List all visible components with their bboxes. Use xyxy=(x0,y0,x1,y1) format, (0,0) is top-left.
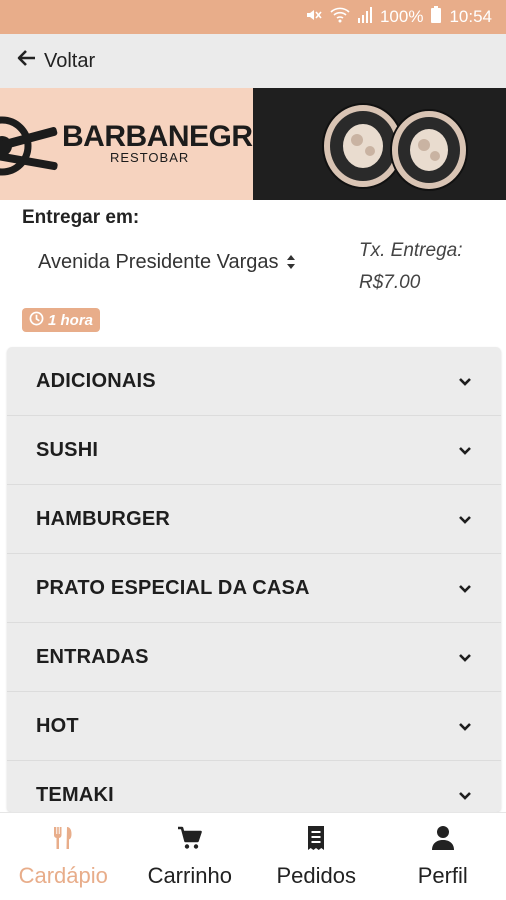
category-item[interactable]: PRATO ESPECIAL DA CASA xyxy=(7,554,501,623)
category-label: HAMBURGER xyxy=(36,507,171,530)
clock-icon xyxy=(29,311,44,330)
nav-label: Carrinho xyxy=(147,863,232,888)
nav-label: Perfil xyxy=(417,863,468,888)
back-button[interactable]: Voltar xyxy=(16,47,95,75)
delivery-fee-value: R$7.00 xyxy=(359,272,421,293)
chevron-down-icon xyxy=(459,792,471,800)
delivery-fee-label: Tx. Entrega: xyxy=(359,240,463,261)
category-label: PRATO ESPECIAL DA CASA xyxy=(36,576,310,599)
user-icon xyxy=(431,826,454,850)
delivery-time: 1 hora xyxy=(48,311,94,329)
nav-carrinho[interactable]: Carrinho xyxy=(127,813,254,900)
back-label: Voltar xyxy=(44,49,96,72)
category-item[interactable]: HAMBURGER xyxy=(7,485,501,554)
chevron-down-icon xyxy=(459,447,471,455)
signal-icon xyxy=(357,6,372,28)
status-bar: 100% 10:54 xyxy=(0,0,506,34)
category-label: HOT xyxy=(36,714,79,737)
wifi-icon xyxy=(330,6,350,29)
brand-name: BARBANEGRA xyxy=(62,120,253,153)
battery-percent: 100% xyxy=(379,7,424,26)
category-label: SUSHI xyxy=(36,438,99,461)
nav-label: Pedidos xyxy=(276,863,356,888)
utensils-icon xyxy=(54,827,72,849)
nav-perfil[interactable]: Perfil xyxy=(380,813,506,900)
brand-subtitle: RESTOBAR xyxy=(110,150,190,165)
bottom-nav: Cardápio Carrinho Pedidos Perfil xyxy=(0,812,506,900)
sushi-illustration xyxy=(322,103,468,191)
chevron-down-icon xyxy=(459,585,471,593)
category-item[interactable]: ADICIONAIS xyxy=(7,347,501,416)
deliver-to-title: Entregar em: xyxy=(22,207,140,228)
category-item[interactable]: HOT xyxy=(7,692,501,761)
chevron-down-icon xyxy=(459,516,471,524)
banner-sushi-image xyxy=(253,88,506,200)
category-label: ENTRADAS xyxy=(36,645,149,668)
select-arrows-icon xyxy=(286,254,296,270)
address-select[interactable]: Avenida Presidente Vargas xyxy=(38,246,308,278)
delivery-time-badge: 1 hora xyxy=(22,308,101,332)
category-item[interactable]: SUSHI xyxy=(7,416,501,485)
chevron-down-icon xyxy=(459,723,471,731)
category-item[interactable]: ENTRADAS xyxy=(7,623,501,692)
category-item[interactable]: TEMAKI xyxy=(7,761,501,812)
mute-icon xyxy=(304,6,322,29)
banner-logo-area: BARBANEGRA RESTOBAR xyxy=(0,88,253,200)
receipt-icon xyxy=(308,826,325,850)
nav-cardapio[interactable]: Cardápio xyxy=(0,813,127,900)
nav-pedidos[interactable]: Pedidos xyxy=(253,813,380,900)
chevron-down-icon xyxy=(459,378,471,386)
category-list: ADICIONAIS SUSHI HAMBURGER PRATO ESPECIA… xyxy=(7,347,501,812)
clock: 10:54 xyxy=(449,7,492,26)
category-label: ADICIONAIS xyxy=(36,369,156,392)
category-label: TEMAKI xyxy=(36,783,114,806)
chevron-down-icon xyxy=(459,654,471,662)
battery-icon xyxy=(431,6,442,28)
address-value: Avenida Presidente Vargas xyxy=(38,250,278,273)
arrow-left-icon xyxy=(16,47,38,75)
restaurant-banner: BARBANEGRA RESTOBAR xyxy=(0,88,506,200)
top-nav: Voltar xyxy=(0,34,506,88)
nav-label: Cardápio xyxy=(18,863,108,888)
pirate-logo-icon xyxy=(0,116,58,176)
cart-icon xyxy=(177,826,202,849)
